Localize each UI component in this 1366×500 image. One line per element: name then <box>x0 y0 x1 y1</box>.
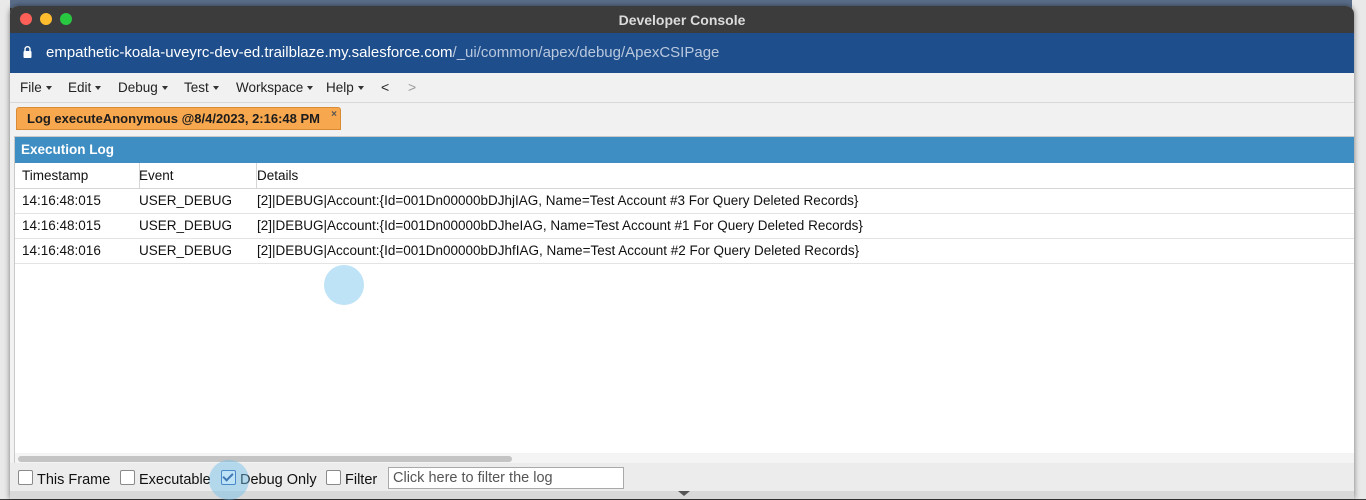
background-page-left <box>0 0 10 499</box>
menu-help[interactable]: Help <box>326 80 364 95</box>
column-header-details[interactable]: Details <box>249 163 298 188</box>
menu-bar: File Edit Debug Test Workspace Help < > <box>10 73 1354 103</box>
menu-debug[interactable]: Debug <box>118 80 168 95</box>
menu-edit[interactable]: Edit <box>68 80 102 95</box>
row-event: USER_DEBUG <box>139 193 233 208</box>
menu-test-label: Test <box>184 80 209 95</box>
filter-checkbox[interactable] <box>326 470 341 485</box>
chevron-down-icon <box>307 86 314 91</box>
url-host: empathetic-koala-uveyrc-dev-ed.trailblaz… <box>46 44 453 61</box>
menu-file[interactable]: File <box>20 80 52 95</box>
row-timestamp: 14:16:48:016 <box>22 243 101 258</box>
this-frame-checkbox[interactable] <box>18 470 33 485</box>
chevron-down-icon <box>357 86 364 91</box>
row-timestamp: 14:16:48:015 <box>22 193 101 208</box>
developer-console-window: Developer Console empathetic-koala-uveyr… <box>10 6 1354 499</box>
menu-file-label: File <box>20 80 42 95</box>
row-timestamp: 14:16:48:015 <box>22 218 101 233</box>
collapse-handle-icon[interactable] <box>678 491 690 496</box>
menu-help-label: Help <box>326 80 354 95</box>
address-bar: empathetic-koala-uveyrc-dev-ed.trailblaz… <box>10 33 1354 73</box>
row-details: [2]|DEBUG|Account:{Id=001Dn00000bDJheIAG… <box>257 218 863 233</box>
url-path: /_ui/common/apex/debug/ApexCSIPage <box>452 44 720 61</box>
page-url[interactable]: empathetic-koala-uveyrc-dev-ed.trailblaz… <box>46 44 719 61</box>
table-row[interactable]: 14:16:48:015 USER_DEBUG [2]|DEBUG|Accoun… <box>15 214 1354 239</box>
row-event: USER_DEBUG <box>139 218 233 233</box>
filter-label: Filter <box>345 472 378 488</box>
menu-edit-label: Edit <box>68 80 92 95</box>
back-button[interactable]: < <box>381 79 389 95</box>
column-header-timestamp[interactable]: Timestamp <box>15 163 140 188</box>
execution-log-title: Execution Log <box>15 137 1354 163</box>
execution-log-panel: Execution Log Timestamp Event Details 14… <box>14 136 1354 465</box>
chevron-down-icon <box>95 86 102 91</box>
click-indicator <box>209 460 249 500</box>
executable-label: Executable <box>139 472 211 488</box>
row-details: [2]|DEBUG|Account:{Id=001Dn00000bDJhfIAG… <box>257 243 860 258</box>
chevron-down-icon <box>161 86 168 91</box>
menu-workspace[interactable]: Workspace <box>236 80 314 95</box>
menu-debug-label: Debug <box>118 80 158 95</box>
click-indicator <box>324 265 364 305</box>
filter-log-input[interactable] <box>388 467 624 489</box>
row-event: USER_DEBUG <box>139 243 233 258</box>
menu-test[interactable]: Test <box>184 80 219 95</box>
lock-icon <box>23 46 32 58</box>
chevron-down-icon <box>45 86 52 91</box>
column-header-event[interactable]: Event <box>132 163 257 188</box>
window-titlebar: Developer Console <box>10 6 1354 33</box>
menu-workspace-label: Workspace <box>236 80 304 95</box>
executable-checkbox[interactable] <box>120 470 135 485</box>
tab-label: Log executeAnonymous @8/4/2023, 2:16:48 … <box>27 111 321 126</box>
window-title: Developer Console <box>618 12 746 28</box>
debug-only-label: Debug Only <box>240 472 317 488</box>
this-frame-label: This Frame <box>37 472 111 488</box>
tab-bar: Log executeAnonymous @8/4/2023, 2:16:48 … <box>10 103 1354 131</box>
tab-execute-anonymous-log[interactable]: Log executeAnonymous @8/4/2023, 2:16:48 … <box>16 107 342 130</box>
table-row[interactable]: 14:16:48:016 USER_DEBUG [2]|DEBUG|Accoun… <box>15 239 1354 264</box>
chevron-down-icon <box>212 86 219 91</box>
forward-button[interactable]: > <box>408 79 416 95</box>
scrollbar-thumb[interactable] <box>18 456 512 462</box>
background-page-right <box>1352 0 1366 499</box>
close-icon[interactable]: × <box>331 109 337 121</box>
table-row[interactable]: 14:16:48:015 USER_DEBUG [2]|DEBUG|Accoun… <box>15 189 1354 214</box>
log-table-header: Timestamp Event Details <box>15 163 1354 189</box>
row-details: [2]|DEBUG|Account:{Id=001Dn00000bDJhjIAG… <box>257 193 859 208</box>
